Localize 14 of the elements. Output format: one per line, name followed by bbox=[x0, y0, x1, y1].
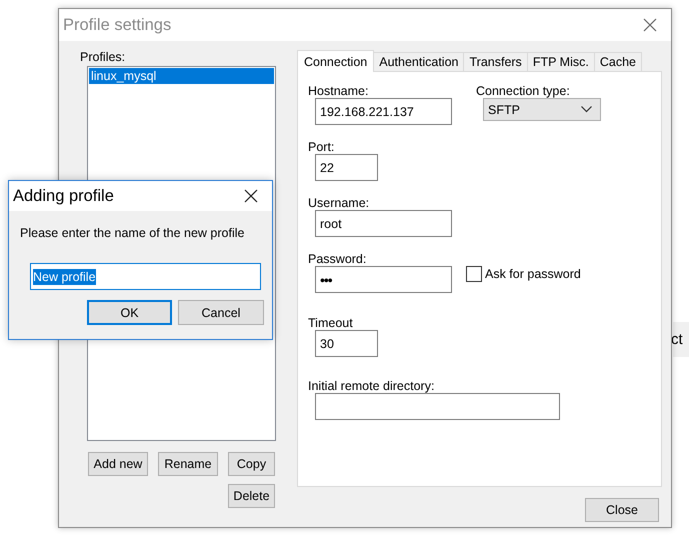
prompt-text: Please enter the name of the new profile bbox=[20, 226, 246, 240]
field-label: Initial remote directory: bbox=[308, 379, 434, 393]
field-label: Username: bbox=[308, 196, 370, 210]
input-text: New profile bbox=[33, 268, 96, 284]
checkbox-label: Ask for password bbox=[485, 267, 581, 281]
window-title: Profile settings bbox=[63, 16, 172, 34]
window-text: ct bbox=[671, 331, 683, 348]
field-label: Connection type: bbox=[476, 84, 570, 98]
dialog-title: Adding profile bbox=[13, 186, 114, 206]
profiles-label: Profiles: bbox=[80, 50, 126, 64]
field-label: Timeout bbox=[308, 316, 353, 330]
field-label: Port: bbox=[308, 140, 334, 154]
field-label: Password: bbox=[308, 252, 366, 266]
field-label: Hostname: bbox=[308, 84, 368, 98]
